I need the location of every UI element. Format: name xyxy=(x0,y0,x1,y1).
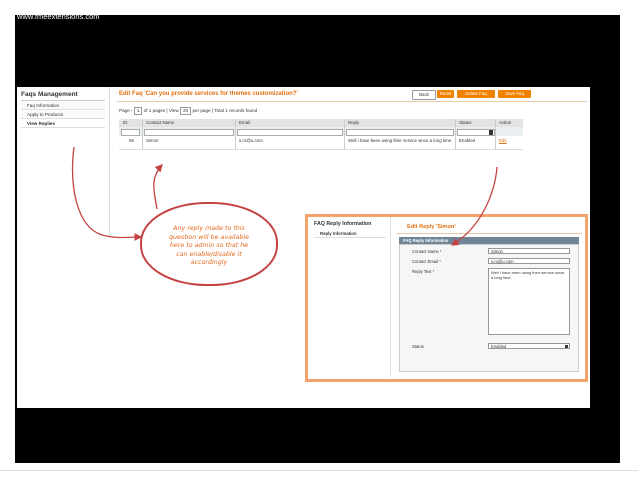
arrow-to-grid-row xyxy=(153,164,163,210)
slide-footer-line xyxy=(0,470,638,471)
annotation-arrows xyxy=(71,146,498,246)
admin-screenshot: Faqs Management Faq Information Apply to… xyxy=(17,87,590,408)
site-url: www.fmeextensions.com xyxy=(17,12,100,21)
arrow-from-view-replies xyxy=(71,146,143,241)
arrow-from-edit-link xyxy=(450,166,498,246)
